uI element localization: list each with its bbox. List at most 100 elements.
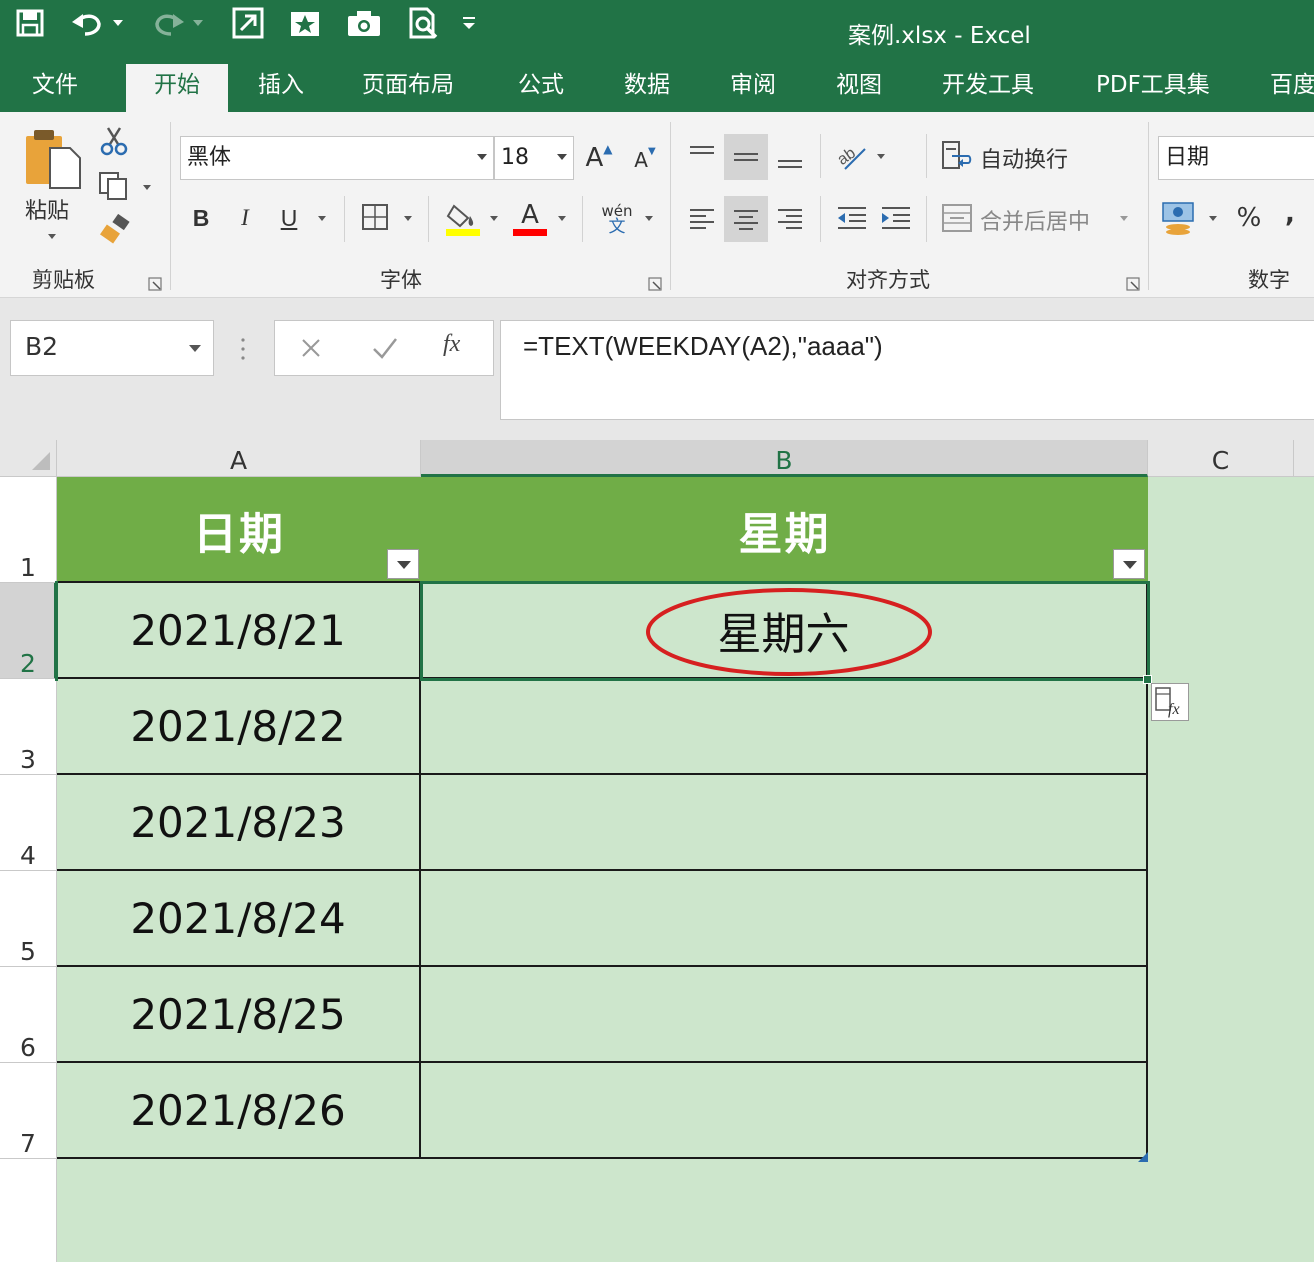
increase-indent-icon[interactable] (878, 200, 914, 236)
align-bottom-icon[interactable] (772, 134, 808, 178)
row-header-1[interactable]: 1 (0, 477, 57, 583)
tab-view[interactable]: 视图 (836, 70, 882, 112)
borders-dropdown-icon[interactable] (404, 216, 412, 221)
underline-dropdown-icon[interactable] (318, 216, 326, 221)
italic-button[interactable]: I (232, 200, 258, 236)
align-left-icon[interactable] (684, 198, 720, 238)
orientation-icon[interactable]: ab (834, 136, 870, 176)
insert-icon[interactable] (230, 6, 266, 40)
formula-input[interactable]: =TEXT(WEEKDAY(A2),"aaaa") (500, 320, 1314, 420)
currency-icon[interactable] (1160, 198, 1200, 238)
number-format-select[interactable]: 日期 (1158, 136, 1314, 180)
phonetic-dropdown-icon[interactable] (645, 216, 653, 221)
increase-font-icon[interactable]: A ▲ (584, 138, 614, 178)
tab-page-layout[interactable]: 页面布局 (362, 70, 454, 112)
cell-a4[interactable]: 2021/8/23 (57, 775, 421, 871)
align-middle-icon[interactable] (724, 134, 768, 180)
paste-label[interactable]: 粘贴 (25, 193, 69, 225)
fill-color-icon[interactable] (444, 198, 482, 238)
font-color-icon[interactable]: A (512, 198, 548, 238)
fill-color-dropdown-icon[interactable] (490, 216, 498, 221)
font-size-select[interactable]: 18 (494, 136, 574, 180)
decrease-indent-icon[interactable] (834, 200, 870, 236)
tab-insert[interactable]: 插入 (258, 70, 304, 112)
merge-center-label[interactable]: 合并后居中 (980, 204, 1090, 236)
align-top-icon[interactable] (684, 134, 720, 178)
cell-a3[interactable]: 2021/8/22 (57, 679, 421, 775)
percent-button[interactable]: % (1232, 200, 1266, 236)
paste-icon[interactable] (22, 126, 84, 192)
cell-b7[interactable] (421, 1063, 1148, 1159)
underline-button[interactable]: U (276, 200, 302, 236)
undo-icon[interactable] (68, 6, 126, 40)
row-header-2[interactable]: 2 (0, 583, 57, 679)
row-header-7[interactable]: 7 (0, 1063, 57, 1159)
font-launcher-icon[interactable] (648, 276, 662, 291)
wrap-text-icon[interactable] (940, 138, 974, 174)
copy-icon[interactable] (96, 170, 132, 202)
table-header-date[interactable]: 日期 (57, 477, 421, 583)
font-color-dropdown-icon[interactable] (558, 216, 566, 221)
row-header-6[interactable]: 6 (0, 967, 57, 1063)
tab-developer[interactable]: 开发工具 (942, 70, 1034, 112)
name-box[interactable]: B2 (10, 320, 214, 376)
comma-button[interactable]: , (1280, 196, 1300, 232)
filter-dropdown-weekday[interactable] (1113, 549, 1145, 579)
cell-b5[interactable] (421, 871, 1148, 967)
cell-a5[interactable]: 2021/8/24 (57, 871, 421, 967)
font-name-select[interactable]: 黑体 (180, 136, 494, 180)
table-resize-handle[interactable] (1138, 1152, 1148, 1162)
align-right-icon[interactable] (772, 198, 808, 238)
wrap-text-label[interactable]: 自动换行 (980, 142, 1068, 174)
autofill-options-icon[interactable]: fx (1151, 683, 1189, 721)
enter-icon[interactable] (371, 335, 399, 365)
tab-baidu[interactable]: 百度 (1270, 70, 1314, 112)
customize-icon[interactable] (458, 6, 480, 40)
row-header-5[interactable]: 5 (0, 871, 57, 967)
table-header-weekday[interactable]: 星期 (421, 477, 1148, 583)
column-header-a[interactable]: A (57, 440, 421, 477)
insert-function-icon[interactable]: fx (443, 331, 460, 358)
cell-b6[interactable] (421, 967, 1148, 1063)
merge-center-icon[interactable] (940, 200, 974, 236)
cell-b3[interactable] (421, 679, 1148, 775)
grip-icon[interactable] (240, 336, 246, 362)
paste-dropdown-icon[interactable] (48, 234, 56, 239)
camera-icon[interactable] (345, 6, 383, 40)
copy-dropdown-icon[interactable] (143, 185, 151, 190)
redo-icon[interactable] (148, 6, 206, 40)
decrease-font-icon[interactable]: A ▼ (630, 140, 660, 180)
clipboard-launcher-icon[interactable] (148, 276, 162, 291)
save-icon[interactable] (12, 6, 48, 40)
phonetic-icon[interactable]: wén 文 (598, 198, 636, 240)
select-all-button[interactable] (0, 440, 57, 477)
orientation-dropdown-icon[interactable] (877, 154, 885, 159)
row-header-3[interactable]: 3 (0, 679, 57, 775)
alignment-launcher-icon[interactable] (1126, 276, 1140, 291)
align-center-icon[interactable] (724, 196, 768, 242)
cell-a2[interactable]: 2021/8/21 (57, 583, 421, 679)
cut-icon[interactable] (98, 124, 130, 156)
borders-icon[interactable] (360, 202, 390, 232)
tab-formulas[interactable]: 公式 (518, 70, 564, 112)
column-header-next[interactable] (1294, 440, 1314, 477)
star-icon[interactable] (287, 6, 323, 40)
currency-dropdown-icon[interactable] (1209, 216, 1217, 221)
column-header-c[interactable]: C (1148, 440, 1294, 477)
tab-home[interactable]: 开始 (126, 64, 228, 112)
bold-button[interactable]: B (188, 200, 214, 236)
tab-pdf-tools[interactable]: PDF工具集 (1096, 70, 1210, 112)
tab-file[interactable]: 文件 (32, 70, 78, 112)
cell-b4[interactable] (421, 775, 1148, 871)
tab-review[interactable]: 审阅 (730, 70, 776, 112)
column-header-b[interactable]: B (421, 440, 1148, 477)
format-painter-icon[interactable] (98, 214, 132, 246)
row-header-4[interactable]: 4 (0, 775, 57, 871)
preview-icon[interactable] (405, 6, 443, 40)
tab-data[interactable]: 数据 (624, 70, 670, 112)
cancel-icon[interactable] (299, 336, 323, 364)
merge-dropdown-icon[interactable] (1120, 216, 1128, 221)
cell-a6[interactable]: 2021/8/25 (57, 967, 421, 1063)
cell-a7[interactable]: 2021/8/26 (57, 1063, 421, 1159)
filter-dropdown-date[interactable] (387, 549, 419, 579)
